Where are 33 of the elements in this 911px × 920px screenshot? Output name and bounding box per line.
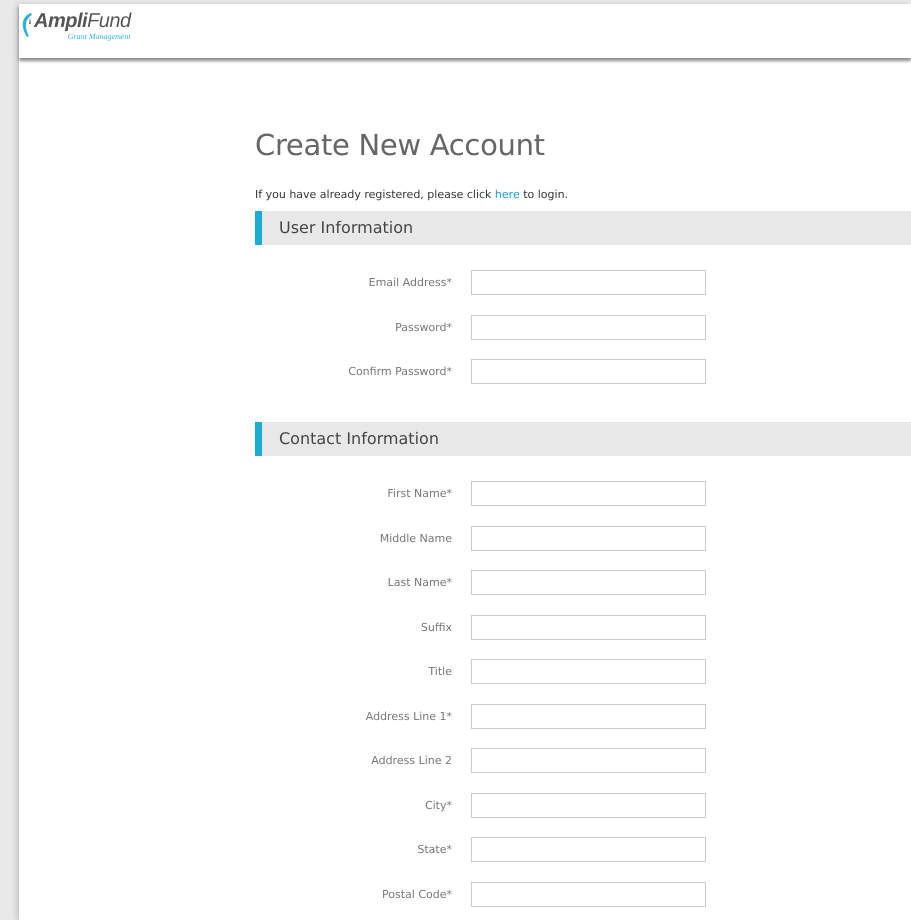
- field-label: Confirm Password*: [347, 365, 452, 378]
- field-label: Postal Code*: [381, 888, 452, 900]
- field-label: Suffix: [420, 620, 452, 634]
- input-field[interactable]: [471, 359, 706, 384]
- field-label: Password*: [394, 320, 452, 334]
- login-link[interactable]: here: [494, 188, 520, 201]
- logo-wordmark: AmpliFund: [34, 10, 131, 32]
- input-field[interactable]: [471, 659, 706, 684]
- field-label: Title: [427, 665, 452, 678]
- page-title: Create New Account: [255, 128, 546, 162]
- input-field[interactable]: [471, 748, 706, 773]
- field-label: State*: [416, 843, 452, 856]
- input-field[interactable]: [471, 704, 706, 728]
- section-header: User Information: [255, 211, 911, 245]
- field-label: Address Line 2: [370, 754, 452, 767]
- section-header: Contact Information: [255, 422, 911, 456]
- field-label: Address Line 1*: [364, 710, 452, 722]
- input-field[interactable]: [471, 792, 706, 818]
- logo-tagline: Grant Management: [68, 32, 131, 40]
- input-field[interactable]: [471, 882, 706, 906]
- input-field[interactable]: [471, 481, 706, 506]
- field-label: Email Address*: [368, 276, 452, 289]
- intro-text: If you have already registered, please click here to login.: [255, 188, 570, 201]
- input-field[interactable]: [471, 614, 706, 640]
- field-label: Last Name*: [386, 576, 452, 589]
- field-label: City*: [424, 798, 452, 812]
- field-label: First Name*: [386, 487, 452, 500]
- input-field[interactable]: [471, 570, 706, 595]
- input-field[interactable]: [471, 837, 706, 862]
- field-label: Middle Name: [378, 532, 452, 544]
- input-field[interactable]: [471, 270, 706, 295]
- input-field[interactable]: [471, 314, 706, 340]
- input-field[interactable]: [471, 526, 706, 550]
